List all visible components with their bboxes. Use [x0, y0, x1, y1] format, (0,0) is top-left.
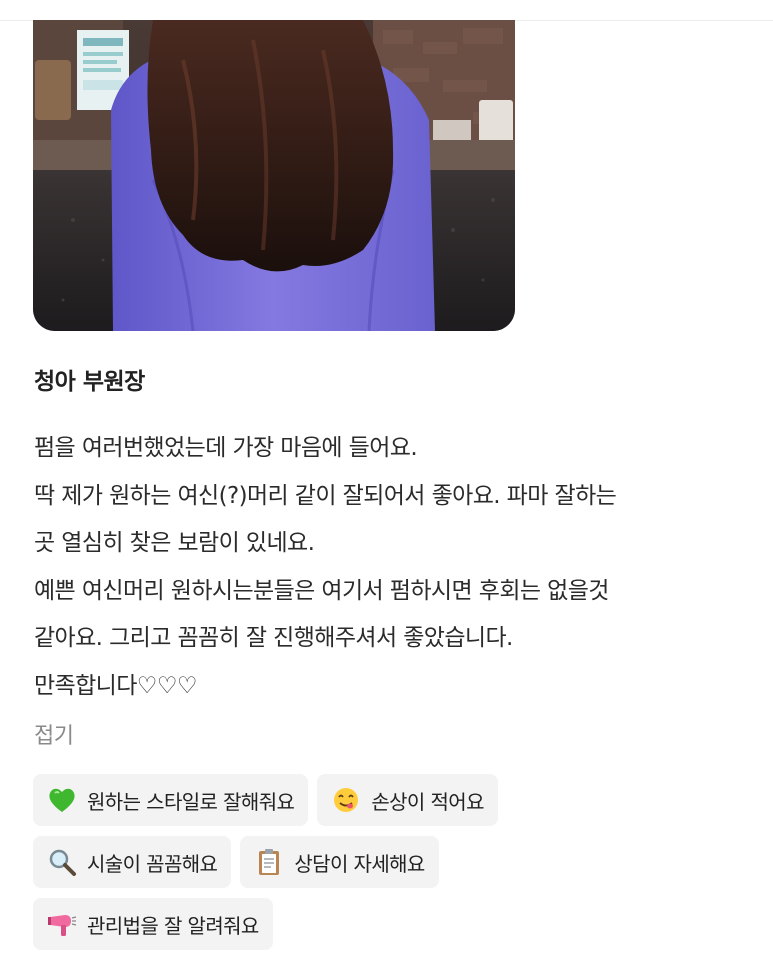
review-tag: 손상이 적어요 [317, 774, 498, 826]
review-line: 같아요. 그리고 꼼꼼히 잘 진행해주셔서 좋았습니다. [34, 625, 513, 651]
review-tag: 시술이 꼼꼼해요 [33, 836, 232, 888]
review-line: 만족합니다♡♡♡ [34, 672, 197, 699]
tag-label: 시술이 꼼꼼해요 [87, 851, 218, 876]
review-tag: 원하는 스타일로 잘해줘요 [33, 774, 309, 826]
review-line: 예쁜 여신머리 원하시는분들은 여기서 펌하시면 후회는 없을것 [34, 577, 609, 604]
green-heart-icon [45, 783, 79, 817]
review-line: 펌을 여러번했었는데 가장 마음에 들어요. [34, 435, 418, 461]
tag-label: 관리법을 잘 알려줘요 [87, 913, 259, 938]
review-tags: 원하는 스타일로 잘해줘요 손상이 적어요 시술이 꼼꼼해요 상담이 자세해요 … [33, 774, 753, 960]
review-tag: 상담이 자세해요 [240, 836, 439, 888]
clipboard-icon [252, 845, 286, 879]
magnifying-glass-icon [45, 845, 79, 879]
review-line: 딱 제가 원하는 여신(?)머리 같이 잘되어서 좋아요. 파마 잘하는 [34, 482, 617, 509]
tag-label: 상담이 자세해요 [294, 851, 425, 876]
collapse-button[interactable]: 접기 [34, 718, 74, 750]
tag-label: 손상이 적어요 [371, 789, 484, 814]
tag-label: 원하는 스타일로 잘해줘요 [87, 789, 295, 814]
hair-dryer-icon [45, 907, 79, 941]
review-line: 곳 열심히 찾은 보람이 있네요. [34, 530, 315, 556]
review-text: 펌을 여러번했었는데 가장 마음에 들어요. 딱 제가 원하는 여신(?)머리 … [34, 425, 754, 710]
savoring-face-icon [329, 783, 363, 817]
reviewer-name: 청아 부원장 [34, 369, 145, 395]
review-photo[interactable] [33, 20, 515, 331]
review-tag: 관리법을 잘 알려줘요 [33, 898, 273, 950]
